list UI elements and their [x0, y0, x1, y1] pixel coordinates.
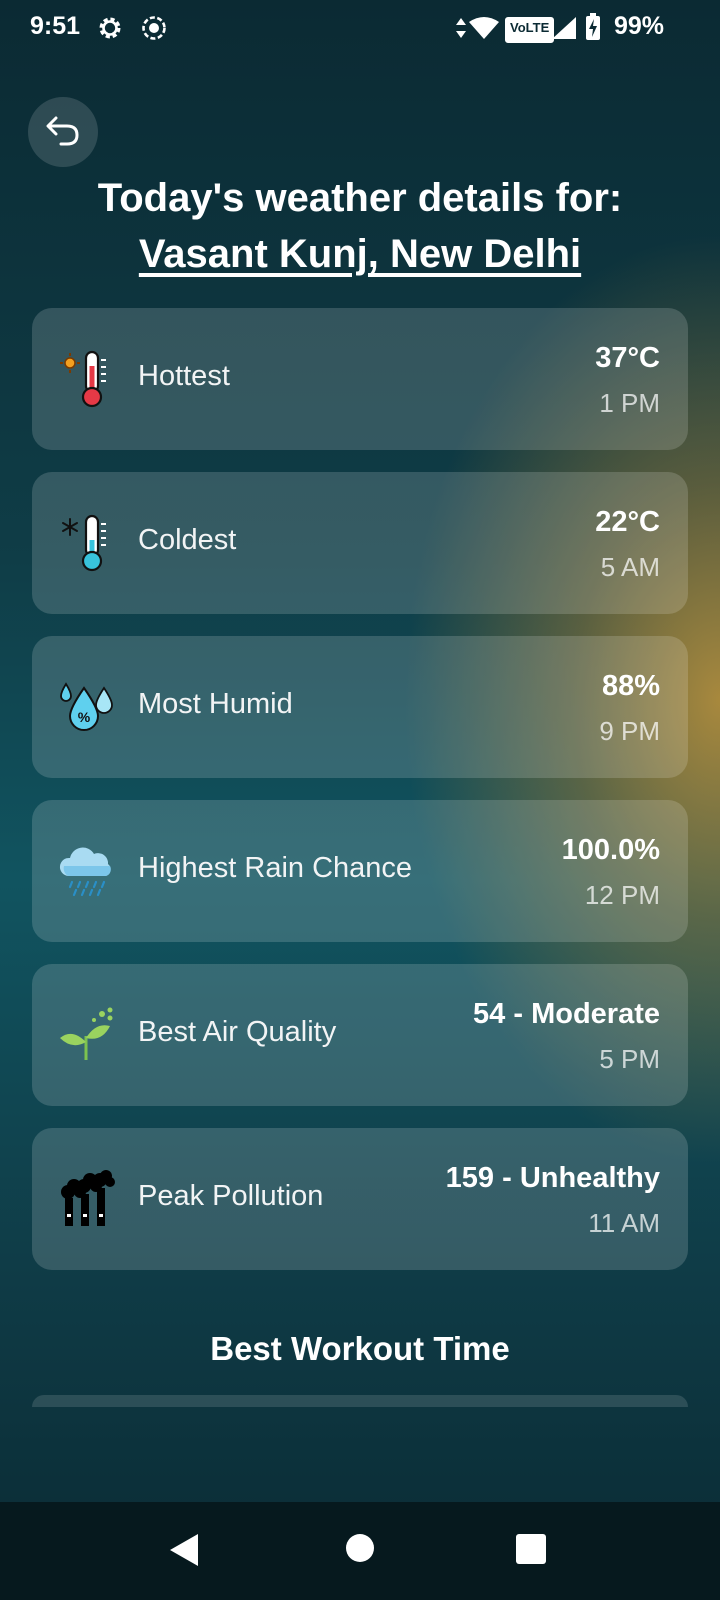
wifi-icon: [468, 16, 500, 45]
weather-card-rain-chance[interactable]: Highest Rain Chance 100.0% 12 PM: [32, 800, 688, 942]
card-value: 54 - Moderate: [473, 998, 660, 1030]
card-label: Most Humid: [138, 688, 293, 720]
weather-card-best-air-quality[interactable]: Best Air Quality 54 - Moderate 5 PM: [32, 964, 688, 1106]
back-button[interactable]: [28, 97, 98, 167]
card-label: Peak Pollution: [138, 1180, 324, 1212]
hot-thermometer-icon: [58, 350, 116, 408]
card-time: 1 PM: [599, 388, 660, 418]
nav-back-icon[interactable]: [168, 1532, 202, 1573]
battery-charging-icon: [585, 13, 601, 46]
nav-recents-icon[interactable]: [516, 1534, 546, 1569]
weather-card-most-humid[interactable]: % Most Humid 88% 9 PM: [32, 636, 688, 778]
battery-percent: 99%: [613, 12, 664, 40]
card-label: Coldest: [138, 524, 237, 556]
page-title: Today's weather details for: Vasant Kunj…: [0, 170, 720, 282]
settings-gear-icon: [96, 14, 124, 47]
card-time: 12 PM: [584, 880, 660, 910]
card-value: 37°C: [595, 342, 660, 374]
workout-section-title: Best Workout Time: [210, 1330, 510, 1367]
nav-home-icon[interactable]: [345, 1533, 375, 1568]
data-arrows-icon: [455, 16, 467, 45]
card-time: 5 AM: [600, 552, 660, 582]
cell-signal-icon: [551, 16, 577, 45]
humidity-drops-icon: %: [58, 678, 116, 736]
status-time: 9:51: [30, 12, 81, 40]
card-value: 100.0%: [561, 834, 660, 866]
rain-cloud-icon: [58, 842, 116, 900]
volte-badge: VoLTE: [505, 17, 555, 43]
card-time: 9 PM: [599, 716, 660, 746]
weather-card-peak-pollution[interactable]: Peak Pollution 159 - Unhealthy 11 AM: [32, 1128, 688, 1270]
plant-sprout-icon: [58, 1006, 116, 1064]
navigation-bar: [0, 1502, 720, 1600]
card-value: 159 - Unhealthy: [445, 1162, 660, 1194]
card-value: 22°C: [595, 506, 660, 538]
svg-text:%: %: [78, 709, 91, 725]
card-label: Best Air Quality: [138, 1016, 337, 1048]
card-value: 88%: [601, 670, 660, 702]
weather-card-coldest[interactable]: Coldest 22°C 5 AM: [32, 472, 688, 614]
location-link[interactable]: Vasant Kunj, New Delhi: [139, 232, 581, 276]
cold-thermometer-icon: [58, 514, 116, 572]
card-time: 5 PM: [599, 1044, 660, 1074]
screen-record-icon: [140, 14, 168, 47]
workout-card[interactable]: [32, 1395, 688, 1407]
title-line: Today's weather details for:: [97, 176, 623, 220]
card-label: Hottest: [138, 360, 230, 392]
card-label: Highest Rain Chance: [138, 852, 413, 884]
factory-smoke-icon: [58, 1170, 116, 1228]
back-arrow-icon: [43, 110, 83, 155]
weather-card-hottest[interactable]: Hottest 37°C 1 PM: [32, 308, 688, 450]
status-bar: 9:51 VoLTE 99%: [0, 0, 720, 56]
card-time: 11 AM: [588, 1208, 660, 1238]
